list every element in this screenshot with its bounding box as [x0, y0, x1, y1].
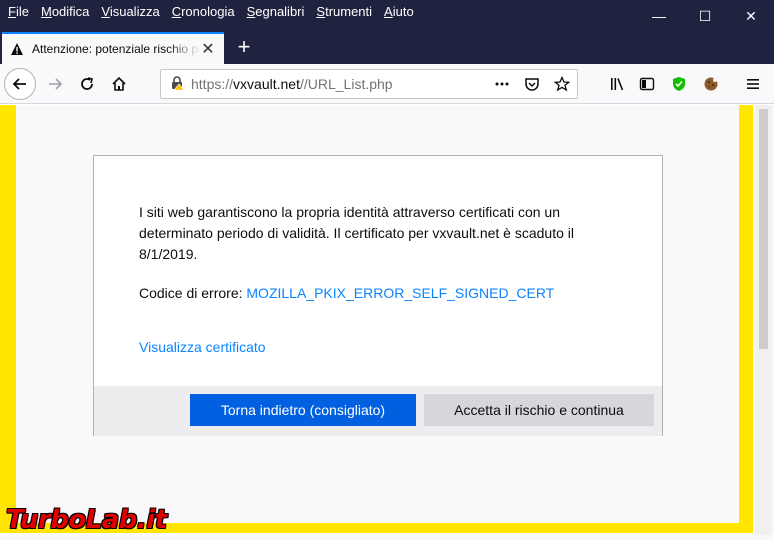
menu-button[interactable] [738, 69, 768, 99]
advanced-error-panel: I siti web garantiscono la propria ident… [93, 155, 663, 436]
home-icon [112, 76, 126, 91]
page-actions-icon[interactable] [491, 73, 513, 95]
sidebar-button[interactable] [632, 69, 662, 99]
url-bar[interactable]: https://vxvault.net//URL_List.php [160, 69, 578, 99]
menu-aiuto[interactable]: Aiuto [378, 4, 420, 19]
shield-icon [673, 77, 685, 91]
go-back-button[interactable]: Torna indietro (consigliato) [190, 394, 416, 426]
url-text: https://vxvault.net//URL_List.php [191, 76, 393, 92]
shield-extension-button[interactable] [664, 69, 694, 99]
hamburger-icon [747, 79, 759, 89]
tab-strip: Attenzione: potenziale rischio per la si… [0, 32, 774, 64]
highlight-frame-left [0, 105, 16, 525]
forward-button[interactable] [40, 69, 70, 99]
library-button[interactable] [602, 69, 632, 99]
reload-button[interactable] [72, 69, 102, 99]
warning-icon [10, 42, 24, 56]
menu-modifica[interactable]: Modifica [35, 4, 95, 19]
menu-cronologia[interactable]: Cronologia [166, 4, 241, 19]
bookmark-star-icon[interactable] [551, 73, 573, 95]
maximize-button[interactable]: ☐ [682, 0, 728, 32]
sidebar-icon [639, 77, 655, 91]
url-actions [491, 73, 573, 95]
nav-bar: https://vxvault.net//URL_List.php [0, 64, 774, 104]
window-controls: — ☐ ✕ [636, 0, 774, 32]
arrow-left-icon [12, 78, 26, 90]
accept-risk-button[interactable]: Accetta il rischio e continua [424, 394, 654, 426]
library-icon [611, 78, 624, 91]
close-window-button[interactable]: ✕ [728, 0, 774, 32]
menu-visualizza[interactable]: Visualizza [95, 4, 165, 19]
new-tab-button[interactable]: + [232, 36, 256, 60]
insecure-lock-icon[interactable] [169, 75, 185, 94]
back-button[interactable] [4, 68, 36, 100]
title-bar: File Modifica Visualizza Cronologia Segn… [0, 0, 774, 32]
pocket-icon[interactable] [521, 73, 543, 95]
menu-segnalibri[interactable]: Segnalibri [241, 4, 311, 19]
scrollbar-thumb[interactable] [759, 109, 768, 349]
page-content: I siti web garantiscono la propria ident… [0, 105, 774, 540]
tab-close-icon[interactable]: ✕ [200, 41, 216, 58]
cookie-icon [704, 77, 718, 91]
watermark-logo: TurboLab.it [6, 505, 167, 535]
menu-strumenti[interactable]: Strumenti [310, 4, 378, 19]
error-code-label: Codice di errore: [139, 285, 247, 301]
reload-icon [81, 77, 93, 90]
error-description: I siti web garantiscono la propria ident… [139, 204, 575, 262]
menu-file[interactable]: File [2, 4, 35, 19]
tab-active[interactable]: Attenzione: potenziale rischio per la si… [2, 32, 224, 64]
cookie-extension-button[interactable] [696, 69, 726, 99]
view-certificate-link[interactable]: Visualizza certificato [139, 339, 266, 355]
dialog-footer: Torna indietro (consigliato) Accetta il … [94, 386, 662, 436]
minimize-button[interactable]: — [636, 0, 682, 32]
highlight-frame-right [739, 105, 753, 525]
arrow-right-icon [49, 78, 63, 90]
vertical-scrollbar[interactable] [755, 105, 772, 535]
tab-title: Attenzione: potenziale rischio per la si… [32, 42, 200, 56]
error-code-link[interactable]: MOZILLA_PKIX_ERROR_SELF_SIGNED_CERT [246, 285, 554, 301]
menu-bar: File Modifica Visualizza Cronologia Segn… [2, 4, 420, 19]
error-code-line: Codice di errore: MOZILLA_PKIX_ERROR_SEL… [139, 283, 629, 304]
home-button[interactable] [104, 69, 134, 99]
